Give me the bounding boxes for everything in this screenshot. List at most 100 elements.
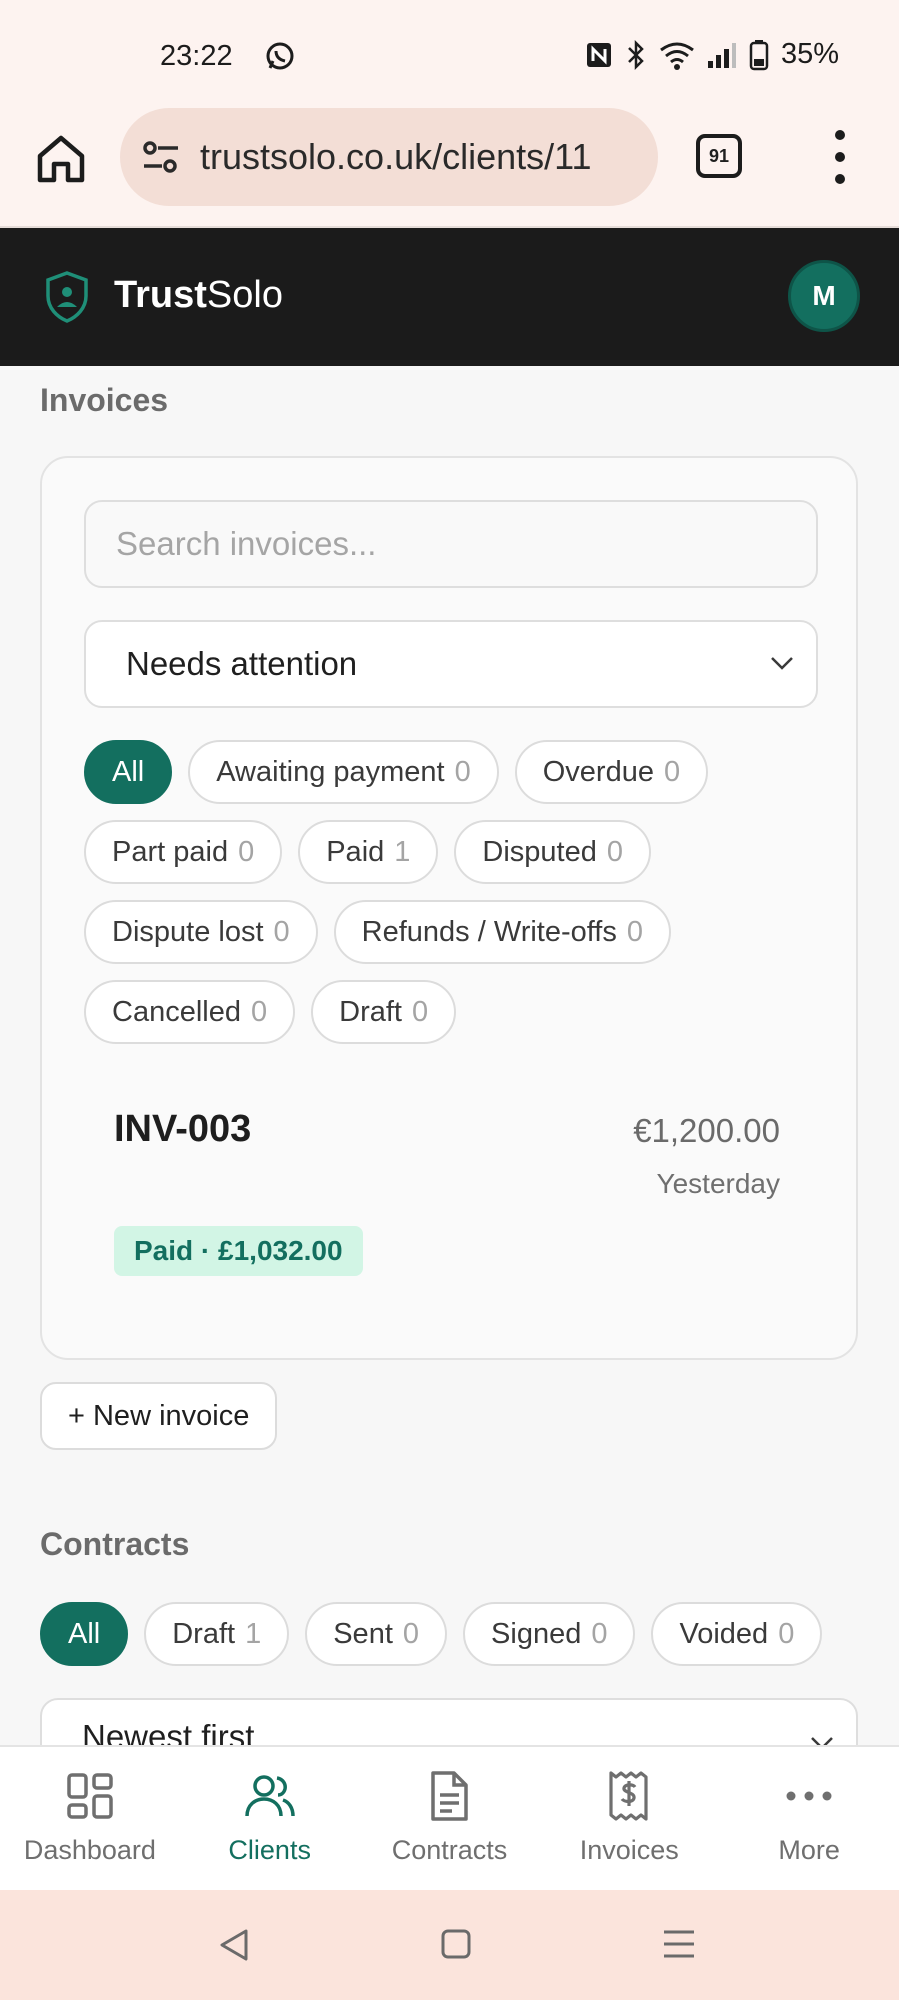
contracts-section-title: Contracts <box>40 1526 190 1562</box>
invoice-chip-refunds-write-offs[interactable]: Refunds / Write-offs 0 <box>333 900 671 964</box>
chip-count: 0 <box>402 1617 420 1650</box>
chip-count: 0 <box>238 835 255 868</box>
nav-label: Dashboard <box>23 1835 156 1865</box>
chip-label: Voided <box>679 1617 769 1650</box>
chip-count: 0 <box>626 915 643 948</box>
nav-invoices[interactable]: Invoices <box>539 1747 719 1890</box>
browser-menu-button[interactable] <box>822 130 858 184</box>
invoice-number: INV-003 <box>114 1108 252 1150</box>
invoice-chip-paid[interactable]: Paid 1 <box>298 820 439 884</box>
nav-dashboard[interactable]: Dashboard <box>0 1747 180 1890</box>
status-time: 23:22 <box>160 40 233 72</box>
invoice-status-chips: All Awaiting payment 0 Overdue 0 Part paid… <box>84 740 824 1044</box>
url-text: trustsolo.co.uk/clients/11 <box>200 136 592 177</box>
brand-logo[interactable]: TrustSolo <box>114 274 283 317</box>
invoice-filter-select[interactable]: Needs attention <box>84 620 818 708</box>
chip-count: 0 <box>663 755 681 788</box>
recents-menu-icon[interactable] <box>662 1928 696 1960</box>
user-avatar[interactable]: M <box>788 260 860 332</box>
chip-label: Sent <box>333 1617 393 1650</box>
document-icon <box>431 1771 469 1821</box>
nav-label: More <box>778 1835 840 1865</box>
shield-logo-icon <box>46 271 88 323</box>
signal-icon <box>707 42 736 68</box>
battery-level: 35% <box>780 38 839 70</box>
chip-label: Draft <box>339 995 402 1028</box>
chevron-down-icon <box>771 657 793 670</box>
chip-count: 0 <box>606 835 624 868</box>
brand-name-bold: Trust <box>114 274 207 316</box>
contract-chip-voided[interactable]: Voided 0 <box>651 1602 823 1666</box>
invoice-chip-cancelled[interactable]: Cancelled 0 <box>84 980 296 1044</box>
chip-label: Disputed <box>482 835 597 868</box>
invoice-amount: €1,200.00 <box>633 1112 780 1149</box>
nav-label: Invoices <box>579 1835 679 1865</box>
invoice-chip-awaiting-payment[interactable]: Awaiting payment 0 <box>188 740 499 804</box>
chip-label: Draft <box>172 1617 236 1650</box>
status-bar: 23:22 35% <box>0 0 899 108</box>
chip-count: 0 <box>591 1617 608 1650</box>
nav-clients[interactable]: Clients <box>180 1747 360 1890</box>
home-square-icon[interactable] <box>440 1928 472 1960</box>
invoice-chip-disputed[interactable]: Disputed 0 <box>454 820 652 884</box>
grid-icon <box>67 1773 113 1819</box>
battery-icon <box>749 39 769 70</box>
nfc-icon <box>586 42 611 67</box>
chip-label: Cancelled <box>112 995 241 1028</box>
chip-label: Paid <box>326 835 385 868</box>
invoice-search-input[interactable]: Search invoices... <box>84 500 818 588</box>
wifi-icon <box>660 42 694 70</box>
address-bar[interactable]: trustsolo.co.uk/clients/11 <box>120 108 658 206</box>
app-header: TrustSolo M <box>0 228 899 366</box>
chip-label: Signed <box>491 1617 582 1650</box>
home-icon[interactable] <box>34 132 88 186</box>
chip-count: 0 <box>250 995 268 1028</box>
invoices-section-title: Invoices <box>40 382 169 418</box>
receipt-icon <box>609 1771 648 1821</box>
site-settings-icon[interactable] <box>140 136 182 178</box>
chip-label: Dispute lost <box>112 915 264 948</box>
status-icons: 35% <box>585 38 839 71</box>
chip-count: 0 <box>273 915 290 948</box>
invoice-chip-dispute-lost[interactable]: Dispute lost 0 <box>84 900 318 964</box>
back-icon[interactable] <box>218 1928 250 1962</box>
invoices-card: Search invoices... Needs attention All A… <box>40 456 858 1360</box>
contract-chip-all[interactable]: All <box>40 1602 129 1666</box>
nav-label: Clients <box>228 1835 311 1865</box>
more-dots-icon <box>786 1791 832 1801</box>
bluetooth-icon <box>628 39 644 70</box>
nav-contracts[interactable]: Contracts <box>360 1747 540 1890</box>
new-invoice-button[interactable]: + New invoice <box>40 1382 278 1450</box>
chip-label: All <box>68 1617 101 1650</box>
invoice-chip-overdue[interactable]: Overdue 0 <box>514 740 709 804</box>
users-icon <box>244 1775 295 1817</box>
whatsapp-icon <box>266 42 294 70</box>
tab-switcher-button[interactable]: 91 <box>696 134 742 178</box>
invoice-status-badge: Paid · £1,032.00 <box>114 1226 363 1276</box>
chip-label: Part paid <box>112 835 229 868</box>
invoice-date: Yesterday <box>656 1168 781 1199</box>
browser-toolbar: trustsolo.co.uk/clients/11 91 <box>0 108 899 228</box>
chip-label: All <box>112 755 145 788</box>
chip-count: 0 <box>778 1617 795 1650</box>
system-navigation-bar <box>0 1890 899 2000</box>
chip-label: Awaiting payment <box>216 755 445 788</box>
contract-chip-draft[interactable]: Draft 1 <box>144 1602 290 1666</box>
contract-chip-sent[interactable]: Sent 0 <box>305 1602 448 1666</box>
invoice-chip-all[interactable]: All <box>84 740 173 804</box>
invoice-filter-value: Needs attention <box>126 645 358 682</box>
invoice-chip-part-paid[interactable]: Part paid 0 <box>84 820 283 884</box>
chip-count: 0 <box>411 995 429 1028</box>
chip-label: Refunds / Write-offs <box>361 915 617 948</box>
brand-name-light: Solo <box>206 274 283 316</box>
nav-label: Contracts <box>391 1835 508 1865</box>
contract-chip-signed[interactable]: Signed 0 <box>463 1602 636 1666</box>
invoice-chip-draft[interactable]: Draft 0 <box>311 980 457 1044</box>
chip-count: 1 <box>245 1617 262 1650</box>
chip-count: 1 <box>394 835 411 868</box>
contract-status-chips: All Draft 1 Sent 0 Signed 0 Voided 0 <box>40 1602 880 1666</box>
nav-more[interactable]: More <box>719 1747 899 1890</box>
chip-count: 0 <box>454 755 471 788</box>
bottom-navigation: Dashboard Clients Contracts Invoices Mor… <box>0 1745 899 1890</box>
chip-label: Overdue <box>542 755 654 788</box>
